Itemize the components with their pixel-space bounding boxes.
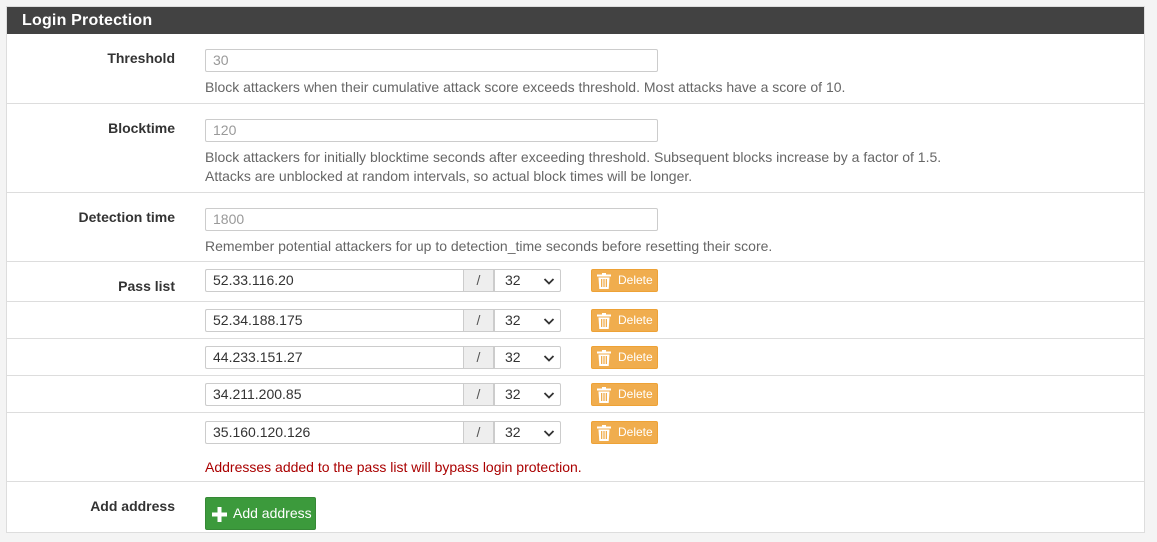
threshold-row: Threshold 30 Block attackers when their … <box>7 34 1144 103</box>
cidr-mask-select[interactable]: 32 <box>494 309 561 332</box>
delete-button-label: Delete <box>618 425 653 439</box>
trash-icon <box>597 350 611 366</box>
blocktime-label: Blocktime <box>108 120 175 136</box>
cidr-mask-value: 32 <box>505 424 521 440</box>
delete-button-label: Delete <box>618 350 653 364</box>
pass-list-row: 34.211.200.85 / 32 Delete <box>7 375 1144 412</box>
chevron-down-icon <box>543 318 555 325</box>
pass-list-row: 52.34.188.175 / 32 Delete <box>7 301 1144 338</box>
blocktime-input[interactable]: 120 <box>205 119 658 142</box>
trash-icon <box>597 273 611 289</box>
cidr-mask-select[interactable]: 32 <box>494 421 561 444</box>
add-address-label: Add address <box>90 498 175 514</box>
chevron-down-icon <box>543 430 555 437</box>
chevron-down-icon <box>543 392 555 399</box>
delete-button[interactable]: Delete <box>591 421 658 444</box>
delete-button[interactable]: Delete <box>591 383 658 406</box>
pass-list-address-input[interactable]: 44.233.151.27 <box>205 346 463 369</box>
pass-list-address-input[interactable]: 35.160.120.126 <box>205 421 463 444</box>
blocktime-help-2: Attacks are unblocked at random interval… <box>205 168 693 184</box>
pass-list-address-input[interactable]: 52.34.188.175 <box>205 309 463 332</box>
cidr-mask-select[interactable]: 32 <box>494 269 561 292</box>
panel-title: Login Protection <box>7 7 1144 34</box>
cidr-mask-select[interactable]: 32 <box>494 346 561 369</box>
pass-list-row: 35.160.120.126 / 32 Delete Addresses add… <box>7 412 1144 481</box>
cidr-mask-select[interactable]: 32 <box>494 383 561 406</box>
cidr-separator: / <box>463 309 494 332</box>
cidr-separator: / <box>463 269 494 292</box>
cidr-mask-value: 32 <box>505 386 521 402</box>
add-address-row: Add address Add address <box>7 481 1144 532</box>
detection-time-help: Remember potential attackers for up to d… <box>205 238 773 254</box>
pass-list-row: Pass list 52.33.116.20 / 32 Delete <box>7 261 1144 301</box>
detection-time-input[interactable]: 1800 <box>205 208 658 231</box>
pass-list-help: Addresses added to the pass list will by… <box>205 459 582 475</box>
delete-button[interactable]: Delete <box>591 309 658 332</box>
login-protection-panel: Login Protection Threshold 30 Block atta… <box>6 6 1145 533</box>
blocktime-help-1: Block attackers for initially blocktime … <box>205 149 942 165</box>
threshold-label: Threshold <box>107 50 175 66</box>
delete-button[interactable]: Delete <box>591 346 658 369</box>
delete-button[interactable]: Delete <box>591 269 658 292</box>
detection-time-row: Detection time 1800 Remember potential a… <box>7 192 1144 261</box>
plus-icon <box>212 507 227 522</box>
chevron-down-icon <box>543 355 555 362</box>
add-address-button[interactable]: Add address <box>205 497 316 530</box>
detection-time-label: Detection time <box>78 209 175 225</box>
delete-button-label: Delete <box>618 273 653 287</box>
delete-button-label: Delete <box>618 313 653 327</box>
pass-list-address-input[interactable]: 34.211.200.85 <box>205 383 463 406</box>
pass-list-label: Pass list <box>118 278 175 294</box>
pass-list-row: 44.233.151.27 / 32 Delete <box>7 338 1144 375</box>
pass-list-address-input[interactable]: 52.33.116.20 <box>205 269 463 292</box>
trash-icon <box>597 313 611 329</box>
delete-button-label: Delete <box>618 387 653 401</box>
trash-icon <box>597 425 611 441</box>
threshold-input[interactable]: 30 <box>205 49 658 72</box>
cidr-separator: / <box>463 421 494 444</box>
cidr-mask-value: 32 <box>505 349 521 365</box>
cidr-mask-value: 32 <box>505 272 521 288</box>
blocktime-row: Blocktime 120 Block attackers for initia… <box>7 103 1144 192</box>
chevron-down-icon <box>543 278 555 285</box>
trash-icon <box>597 387 611 403</box>
add-address-button-label: Add address <box>233 505 312 521</box>
cidr-mask-value: 32 <box>505 312 521 328</box>
cidr-separator: / <box>463 383 494 406</box>
cidr-separator: / <box>463 346 494 369</box>
threshold-help: Block attackers when their cumulative at… <box>205 79 846 95</box>
